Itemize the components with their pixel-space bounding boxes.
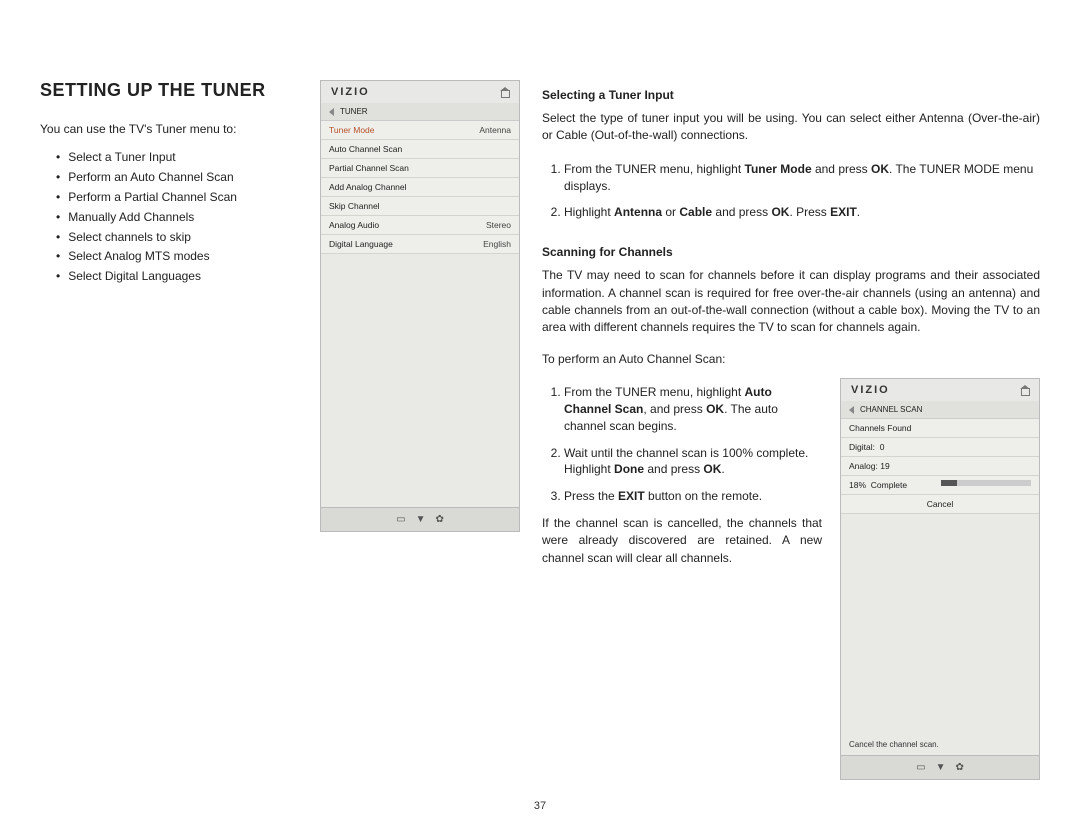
section-heading-tuner-input: Selecting a Tuner Input [542,88,1040,102]
lead-text: To perform an Auto Channel Scan: [542,351,1040,368]
list-item: Perform an Auto Channel Scan [56,168,300,188]
menu-row-label: Digital: 0 [849,442,884,452]
auto-scan-steps: From the TUNER menu, highlight Auto Chan… [542,384,822,505]
menu-row-add-analog: Add Analog Channel [321,178,519,197]
gear-icon: ✿ [955,762,963,773]
list-item: Perform a Partial Channel Scan [56,188,300,208]
scan-row-progress: 18% Complete [841,476,1039,495]
menu-row-value: Antenna [479,125,511,135]
menu-row-label: Analog Audio [329,220,379,230]
tuner-capabilities-list: Select a Tuner Input Perform an Auto Cha… [40,148,300,287]
step-item: From the TUNER menu, highlight Tuner Mod… [564,161,1040,195]
menu-row-label: Channels Found [849,423,911,433]
breadcrumb: TUNER [340,107,368,116]
scan-row-cancel: Cancel [841,495,1039,514]
menu-row-label: Tuner Mode [329,125,375,135]
page-number: 37 [0,800,1080,812]
menu-row-auto-scan: Auto Channel Scan [321,140,519,159]
list-item: Manually Add Channels [56,208,300,228]
menu-row-value: Stereo [486,220,511,230]
back-arrow-icon [329,108,334,116]
home-icon [1020,385,1031,395]
scan-row-found: Channels Found [841,419,1039,438]
scan-row-analog: Analog: 19 [841,457,1039,476]
scan-hint: Cancel the channel scan. [841,734,1039,755]
step-item: Highlight Antenna or Cable and press OK.… [564,204,1040,221]
menu-row-label: Auto Channel Scan [329,144,402,154]
menu-row-digital-lang: Digital Language English [321,235,519,254]
list-item: Select a Tuner Input [56,148,300,168]
home-icon [500,87,511,97]
menu-row-value: English [483,239,511,249]
channel-scan-panel: VIZIO CHANNEL SCAN Channels Found Digita… [840,378,1040,780]
step-item: From the TUNER menu, highlight Auto Chan… [564,384,822,434]
wide-icon: ▭ [916,762,925,773]
brand-logo: VIZIO [331,86,370,98]
list-item: Select Analog MTS modes [56,247,300,267]
progress-text: 18% Complete [849,480,907,490]
step-item: Press the EXIT button on the remote. [564,488,822,505]
panel-footer-icons: ▭ ▼ ✿ [321,507,519,531]
cancel-label: Cancel [927,499,953,509]
scan-note: If the channel scan is cancelled, the ch… [542,515,822,567]
page-heading: SETTING UP THE TUNER [40,80,300,101]
menu-row-label: Partial Channel Scan [329,163,409,173]
tuner-input-steps: From the TUNER menu, highlight Tuner Mod… [542,161,1040,231]
tuner-menu-panel: VIZIO TUNER Tuner Mode Antenna Auto Chan… [320,80,520,532]
brand-logo: VIZIO [851,384,890,396]
breadcrumb: CHANNEL SCAN [860,405,922,414]
gear-icon: ✿ [435,514,443,525]
menu-row-skip-channel: Skip Channel [321,197,519,216]
section-para: Select the type of tuner input you will … [542,110,1040,145]
list-item: Select Digital Languages [56,267,300,287]
v-icon: ▼ [936,762,946,773]
step-item: Wait until the channel scan is 100% comp… [564,445,822,479]
panel-footer-icons: ▭ ▼ ✿ [841,755,1039,779]
menu-row-partial-scan: Partial Channel Scan [321,159,519,178]
menu-row-label: Digital Language [329,239,393,249]
intro-text: You can use the TV's Tuner menu to: [40,121,300,138]
back-arrow-icon [849,406,854,414]
list-item: Select channels to skip [56,228,300,248]
menu-row-label: Skip Channel [329,201,380,211]
menu-row-label: Add Analog Channel [329,182,407,192]
menu-row-label: Analog: 19 [849,461,890,471]
v-icon: ▼ [416,514,426,525]
section-para: The TV may need to scan for channels bef… [542,267,1040,337]
scan-row-digital: Digital: 0 [841,438,1039,457]
progress-bar [941,480,1031,486]
wide-icon: ▭ [396,514,405,525]
menu-row-tuner-mode: Tuner Mode Antenna [321,121,519,140]
menu-row-analog-audio: Analog Audio Stereo [321,216,519,235]
section-heading-scanning: Scanning for Channels [542,245,1040,259]
